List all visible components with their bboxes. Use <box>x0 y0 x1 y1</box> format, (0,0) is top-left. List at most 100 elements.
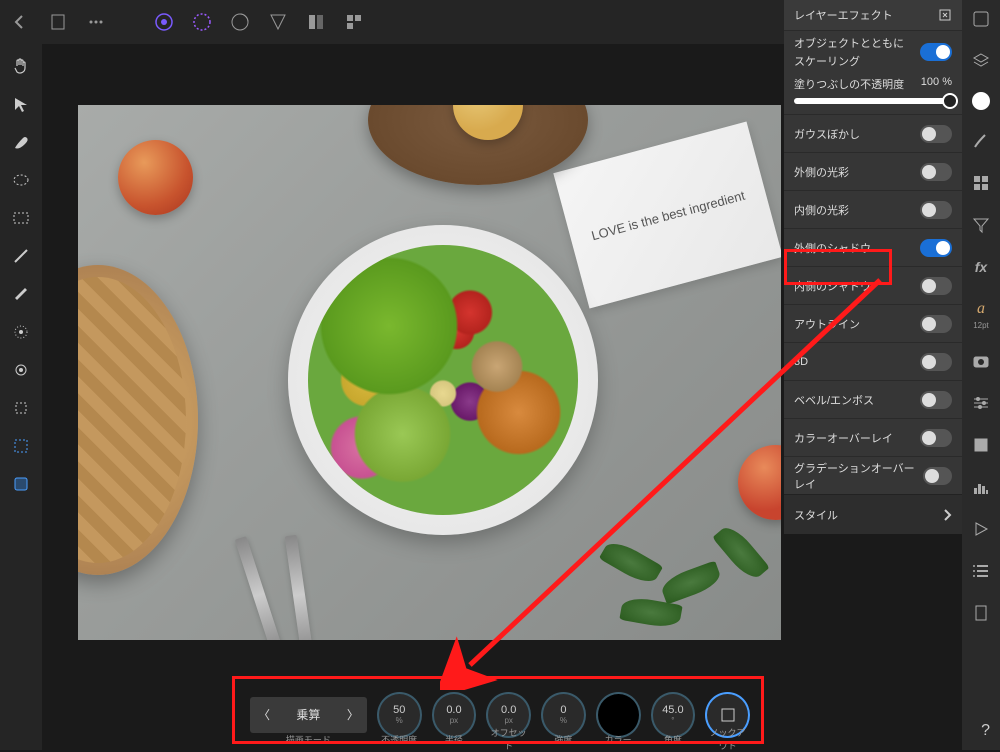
dial-unit: % <box>396 716 403 725</box>
effect-toggle[interactable] <box>920 201 952 219</box>
persona-photo-icon[interactable] <box>152 10 176 34</box>
decor-main-plate <box>288 225 598 535</box>
studio-text-size: 12pt <box>973 321 989 330</box>
paint-tool-icon[interactable] <box>9 282 33 306</box>
effect-row[interactable]: 外側の光彩 <box>784 152 962 190</box>
document-icon[interactable] <box>46 10 70 34</box>
effect-row[interactable]: グラデーションオーバーレイ <box>784 456 962 494</box>
effect-label: ベベル/エンボス <box>794 392 874 408</box>
effect-toggle[interactable] <box>920 125 952 143</box>
studio-camera-icon[interactable] <box>970 350 992 372</box>
decor-leaves <box>561 510 781 640</box>
effect-toggle[interactable] <box>920 429 952 447</box>
brush-tool-icon[interactable] <box>9 130 33 154</box>
sparkle-tool-icon[interactable] <box>9 320 33 344</box>
more-icon[interactable] <box>84 10 108 34</box>
fill-opacity-value[interactable]: 100 % <box>921 76 952 92</box>
dial-label: 角度 <box>650 733 695 746</box>
effect-toggle[interactable] <box>920 163 952 181</box>
studio-play-icon[interactable] <box>970 518 992 540</box>
studio-text-icon[interactable]: a <box>970 298 992 320</box>
dial-unit: px <box>450 716 458 725</box>
help-button[interactable]: ? <box>981 722 990 740</box>
scale-with-object-row[interactable]: オブジェクトとともに スケーリング <box>784 30 962 72</box>
napkin-text: LOVE is the best ingredient <box>553 122 781 309</box>
style-row[interactable]: スタイル <box>784 494 962 534</box>
effect-label: カラーオーバーレイ <box>794 430 893 446</box>
decor-apple <box>738 445 781 520</box>
move-tool-icon[interactable] <box>9 92 33 116</box>
knockout-icon <box>719 706 737 724</box>
gear-tool-icon[interactable] <box>9 358 33 382</box>
selection-rect-icon[interactable] <box>9 206 33 230</box>
studio-swatch-icon[interactable] <box>970 8 992 30</box>
dial-label: カラー <box>596 733 641 746</box>
studio-grid-icon[interactable] <box>970 172 992 194</box>
effect-label: 内側の光彩 <box>794 202 849 218</box>
effect-toggle[interactable] <box>923 467 952 485</box>
fill-opacity-slider[interactable] <box>794 98 952 104</box>
studio-funnel-icon[interactable] <box>970 214 992 236</box>
persona-export-icon[interactable] <box>304 10 328 34</box>
scale-label-line2: スケーリング <box>794 53 860 69</box>
effect-label: 3D <box>794 356 808 368</box>
selection-ellipse-icon[interactable] <box>9 168 33 192</box>
line-tool-icon[interactable] <box>9 244 33 268</box>
effect-toggle[interactable] <box>920 277 952 295</box>
studio-fx-icon[interactable]: fx <box>970 256 992 278</box>
shape-tool-icon[interactable] <box>9 472 33 496</box>
effect-toggle[interactable] <box>920 353 952 371</box>
hand-tool-icon[interactable] <box>9 54 33 78</box>
dial-unit: % <box>560 716 567 725</box>
chevron-right-icon: 〉 <box>347 706 359 723</box>
panel-title: レイヤーエフェクト <box>794 7 893 23</box>
effect-row[interactable]: 3D <box>784 342 962 380</box>
effect-row[interactable]: カラーオーバーレイ <box>784 418 962 456</box>
blend-mode-value: 乗算 <box>296 706 320 723</box>
effect-row[interactable]: アウトライン <box>784 304 962 342</box>
right-studio-bar: fx a 12pt <box>962 0 1000 750</box>
dial-value: 0 <box>560 705 566 716</box>
dial-unit: ° <box>671 716 674 725</box>
studio-sliders-icon[interactable] <box>970 392 992 414</box>
persona-liquify-icon[interactable] <box>190 10 214 34</box>
style-label: スタイル <box>794 507 838 523</box>
scale-toggle[interactable] <box>920 43 952 61</box>
persona-extra-icon[interactable] <box>342 10 366 34</box>
photo-content: LOVE is the best ingredient <box>78 105 781 640</box>
studio-histogram-icon[interactable] <box>970 476 992 498</box>
left-toolbar <box>0 44 42 750</box>
canvas[interactable]: LOVE is the best ingredient <box>78 105 781 640</box>
layer-effects-panel: レイヤーエフェクト オブジェクトとともに スケーリング 塗りつぶしの不透明度 1… <box>784 0 962 534</box>
effect-row[interactable]: 外側のシャドウ <box>784 228 962 266</box>
effect-label: グラデーションオーバーレイ <box>794 460 923 492</box>
decor-pie <box>78 265 198 575</box>
studio-list-icon[interactable] <box>970 560 992 582</box>
pin-icon[interactable] <box>938 8 952 22</box>
effect-row[interactable]: 内側のシャドウ <box>784 266 962 304</box>
effect-row[interactable]: ベベル/エンボス <box>784 380 962 418</box>
effect-label: 外側の光彩 <box>794 164 849 180</box>
effect-row[interactable]: ガウスぼかし <box>784 114 962 152</box>
dial-label: オフセット <box>486 726 531 752</box>
effect-toggle[interactable] <box>920 239 952 257</box>
effect-row[interactable]: 内側の光彩 <box>784 190 962 228</box>
persona-tone-icon[interactable] <box>266 10 290 34</box>
back-icon[interactable] <box>8 10 32 34</box>
effect-label: 内側のシャドウ <box>794 278 871 294</box>
crop-tool-icon[interactable] <box>9 396 33 420</box>
studio-brush-icon[interactable] <box>970 130 992 152</box>
dial-label: ノックアウト <box>705 726 750 752</box>
marquee-tool-icon[interactable] <box>9 434 33 458</box>
studio-color-icon[interactable] <box>972 92 990 110</box>
persona-develop-icon[interactable] <box>228 10 252 34</box>
effect-toggle[interactable] <box>920 391 952 409</box>
effect-toggle[interactable] <box>920 315 952 333</box>
studio-book-icon[interactable] <box>970 434 992 456</box>
studio-page-icon[interactable] <box>970 602 992 624</box>
studio-layers-icon[interactable] <box>970 50 992 72</box>
dial-label: 半径 <box>431 733 476 746</box>
dial-value: 0.0 <box>446 705 461 716</box>
decor-fork <box>235 536 283 640</box>
blend-mode-label: 描画モード <box>250 733 367 746</box>
